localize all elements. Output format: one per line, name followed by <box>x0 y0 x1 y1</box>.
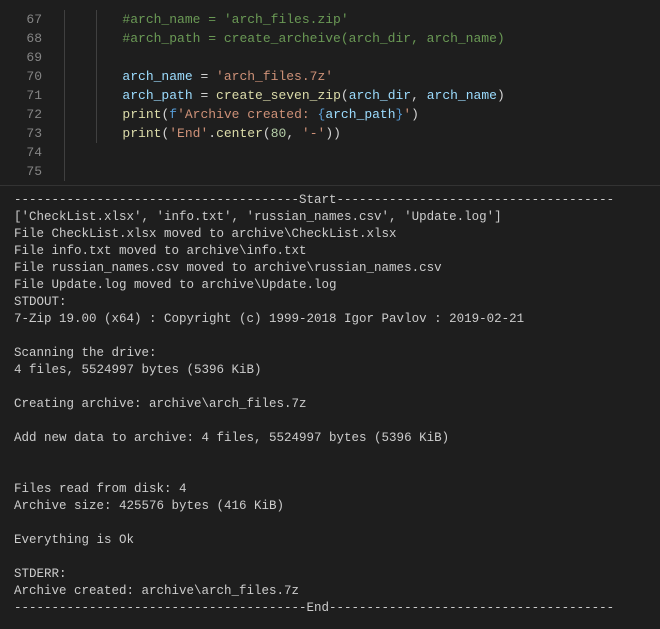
code-line[interactable]: 72 print(f'Archive created: {arch_path}'… <box>0 105 660 124</box>
code-line[interactable]: 66 <box>0 2 660 10</box>
terminal-line <box>14 464 646 481</box>
code-line[interactable]: 75 <box>0 162 660 181</box>
code-content[interactable]: arch_name = 'arch_files.7z' <box>60 67 333 86</box>
terminal-line <box>14 379 646 396</box>
terminal-output[interactable]: --------------------------------------St… <box>0 185 660 617</box>
terminal-line: --------------------------------------St… <box>14 192 646 209</box>
terminal-line: Creating archive: archive\arch_files.7z <box>14 396 646 413</box>
terminal-line: File info.txt moved to archive\info.txt <box>14 243 646 260</box>
code-content[interactable]: print('End'.center(80, '-')) <box>60 124 341 143</box>
terminal-line: Files read from disk: 4 <box>14 481 646 498</box>
terminal-line: Archive size: 425576 bytes (416 KiB) <box>14 498 646 515</box>
code-line[interactable]: 71 arch_path = create_seven_zip(arch_dir… <box>0 86 660 105</box>
line-number: 73 <box>0 124 60 143</box>
terminal-line: 4 files, 5524997 bytes (5396 KiB) <box>14 362 646 379</box>
terminal-line: File Update.log moved to archive\Update.… <box>14 277 646 294</box>
code-content[interactable]: print(f'Archive created: {arch_path}') <box>60 105 419 124</box>
terminal-line: 7-Zip 19.00 (x64) : Copyright (c) 1999-2… <box>14 311 646 328</box>
terminal-line: Archive created: archive\arch_files.7z <box>14 583 646 600</box>
line-number: 70 <box>0 67 60 86</box>
code-line[interactable]: 74 <box>0 143 660 162</box>
code-line[interactable]: 69 <box>0 48 660 67</box>
terminal-line: Add new data to archive: 4 files, 552499… <box>14 430 646 447</box>
terminal-line: File russian_names.csv moved to archive\… <box>14 260 646 277</box>
line-number: 67 <box>0 10 60 29</box>
code-content[interactable] <box>60 48 122 67</box>
terminal-line: ---------------------------------------E… <box>14 600 646 617</box>
terminal-line: File CheckList.xlsx moved to archive\Che… <box>14 226 646 243</box>
line-number: 74 <box>0 143 60 162</box>
code-content[interactable]: arch_path = create_seven_zip(arch_dir, a… <box>60 86 505 105</box>
code-content[interactable]: #arch_name = 'arch_files.zip' <box>60 10 349 29</box>
code-editor[interactable]: 6667 #arch_name = 'arch_files.zip'68 #ar… <box>0 0 660 181</box>
line-number: 75 <box>0 162 60 181</box>
terminal-line <box>14 413 646 430</box>
code-line[interactable]: 73 print('End'.center(80, '-')) <box>0 124 660 143</box>
terminal-line: STDERR: <box>14 566 646 583</box>
terminal-line <box>14 447 646 464</box>
terminal-line: Scanning the drive: <box>14 345 646 362</box>
terminal-line <box>14 328 646 345</box>
line-number: 68 <box>0 29 60 48</box>
code-content[interactable]: #arch_path = create_archeive(arch_dir, a… <box>60 29 505 48</box>
terminal-line <box>14 549 646 566</box>
code-line[interactable]: 67 #arch_name = 'arch_files.zip' <box>0 10 660 29</box>
code-line[interactable]: 68 #arch_path = create_archeive(arch_dir… <box>0 29 660 48</box>
terminal-line: Everything is Ok <box>14 532 646 549</box>
code-line[interactable]: 70 arch_name = 'arch_files.7z' <box>0 67 660 86</box>
line-number: 72 <box>0 105 60 124</box>
line-number: 71 <box>0 86 60 105</box>
line-number: 69 <box>0 48 60 67</box>
terminal-line <box>14 515 646 532</box>
terminal-line: STDOUT: <box>14 294 646 311</box>
terminal-line: ['CheckList.xlsx', 'info.txt', 'russian_… <box>14 209 646 226</box>
